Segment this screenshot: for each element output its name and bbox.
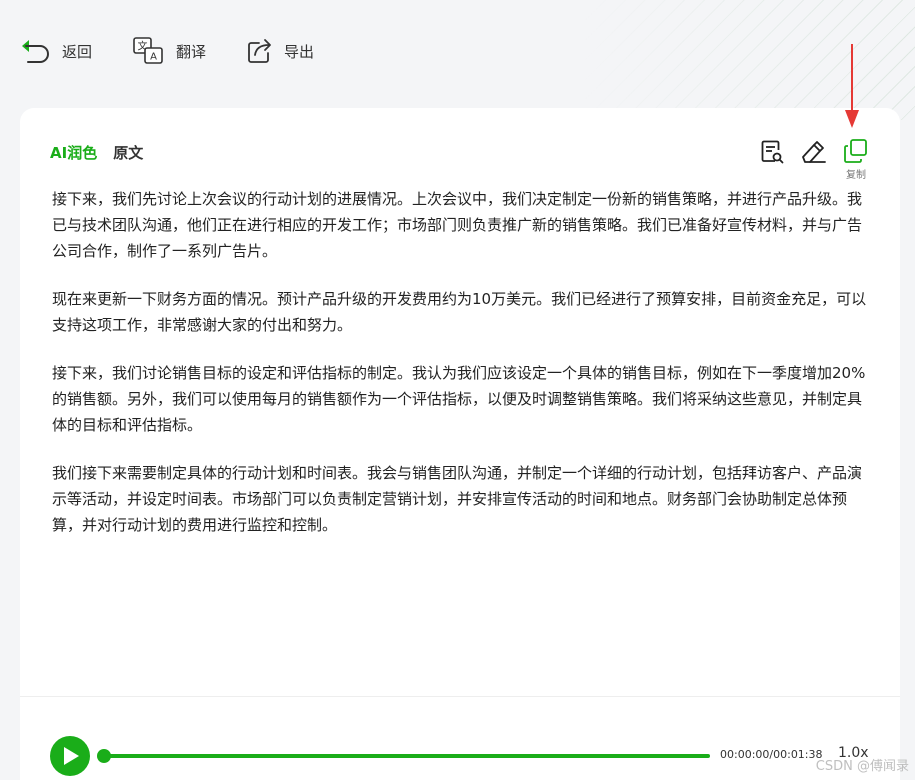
copy-tooltip: 复制	[846, 170, 866, 181]
top-toolbar: 返回 文 A 翻译 导出	[18, 34, 354, 68]
tab-original[interactable]: 原文	[113, 142, 143, 163]
paragraph: 接下来，我们讨论销售目标的设定和评估指标的制定。我认为我们应该设定一个具体的销售…	[52, 364, 866, 434]
transcript-card: AI润色 原文 复制 接下来，我们先讨论上次会议的行动计划的进展情况。上次会议中…	[20, 108, 900, 780]
player-divider	[20, 696, 900, 697]
translate-label: 翻译	[176, 42, 207, 61]
edit-button[interactable]	[800, 138, 828, 166]
tab-ai-polish[interactable]: AI润色	[50, 142, 97, 163]
transcript-content: 接下来，我们先讨论上次会议的行动计划的进展情况。上次会议中，我们决定制定一份新的…	[52, 186, 872, 560]
export-label: 导出	[284, 42, 315, 61]
playback-time: 00:00:00/00:01:38	[720, 748, 823, 761]
back-button[interactable]: 返回	[18, 38, 92, 64]
translate-button[interactable]: 文 A 翻译	[132, 36, 206, 66]
back-label: 返回	[62, 42, 93, 61]
export-button[interactable]: 导出	[246, 37, 314, 65]
search-doc-button[interactable]	[758, 138, 786, 166]
progress-bar[interactable]	[104, 754, 710, 758]
translate-icon: 文 A	[133, 37, 163, 64]
copy-icon	[844, 139, 867, 163]
paragraph: 我们接下来需要制定具体的行动计划和时间表。我会与销售团队沟通，并制定一个详细的行…	[52, 464, 863, 534]
annotation-arrow-icon	[845, 44, 859, 128]
view-tabs: AI润色 原文	[50, 142, 159, 163]
background-stripes	[585, 0, 915, 120]
document-search-icon	[761, 140, 784, 164]
back-arrow-icon	[22, 40, 49, 63]
audio-player: 00:00:00/00:01:38 1.0x	[50, 736, 880, 776]
card-actions: 复制	[744, 138, 870, 181]
eraser-icon	[802, 141, 826, 163]
svg-text:A: A	[150, 52, 157, 63]
copy-button[interactable]: 复制	[842, 138, 870, 181]
play-button[interactable]	[50, 736, 90, 776]
export-icon	[248, 39, 271, 63]
paragraph: 现在来更新一下财务方面的情况。预计产品升级的开发费用约为10万美元。我们已经进行…	[52, 290, 867, 334]
progress-handle[interactable]	[97, 749, 111, 763]
paragraph: 接下来，我们先讨论上次会议的行动计划的进展情况。上次会议中，我们决定制定一份新的…	[52, 190, 863, 260]
watermark: CSDN @傅闻录	[815, 759, 909, 774]
play-icon	[64, 747, 79, 765]
